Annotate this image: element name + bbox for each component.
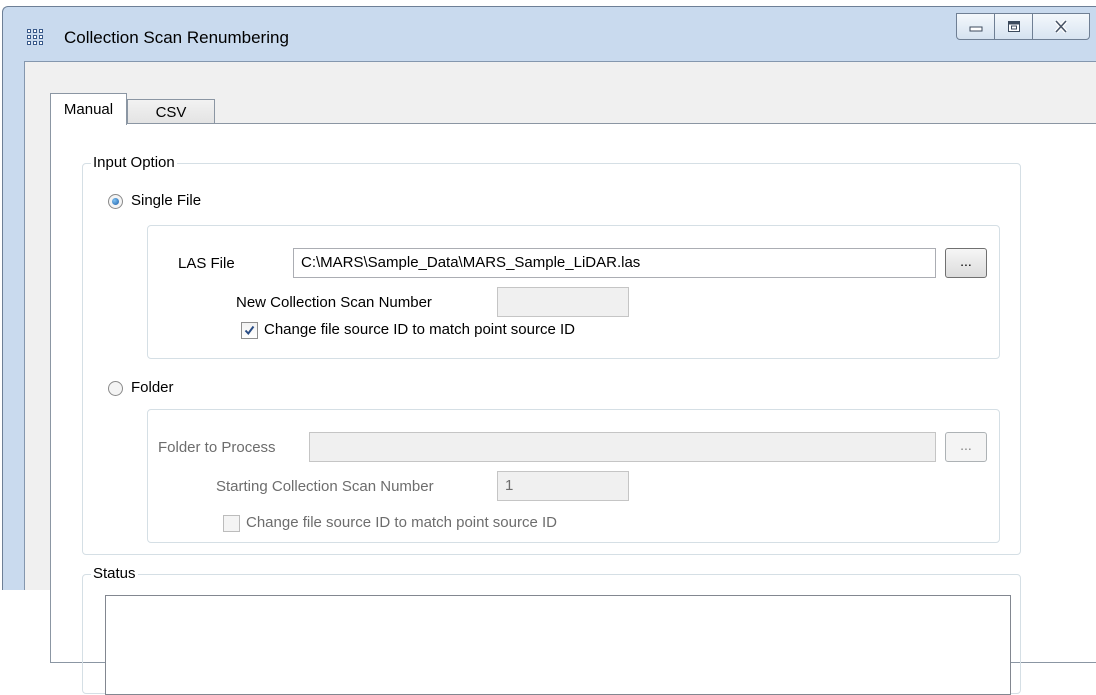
status-legend: Status bbox=[91, 565, 138, 582]
folder-to-process-label: Folder to Process bbox=[158, 439, 276, 456]
folder-to-process-input[interactable] bbox=[309, 432, 936, 462]
close-button[interactable] bbox=[1032, 13, 1090, 40]
single-file-label[interactable]: Single File bbox=[131, 192, 201, 209]
las-file-browse-button[interactable]: ... bbox=[945, 248, 987, 278]
single-file-radio[interactable] bbox=[108, 194, 123, 209]
folder-panel: Folder to Process ... Starting Collectio… bbox=[147, 409, 1000, 543]
folder-change-id-label[interactable]: Change file source ID to match point sou… bbox=[246, 514, 557, 531]
starting-scan-number-input[interactable]: 1 bbox=[497, 471, 629, 501]
title-bar[interactable]: Collection Scan Renumbering bbox=[3, 7, 1096, 55]
manual-tab-panel: Input Option Single File LAS File C:\MAR… bbox=[50, 123, 1096, 695]
tab-csv[interactable]: CSV bbox=[127, 99, 215, 125]
folder-browse-button[interactable]: ... bbox=[945, 432, 987, 462]
new-scan-number-label: New Collection Scan Number bbox=[236, 294, 432, 311]
close-icon bbox=[1054, 20, 1068, 33]
folder-change-id-checkbox[interactable] bbox=[223, 515, 240, 532]
single-file-panel: LAS File C:\MARS\Sample_Data\MARS_Sample… bbox=[147, 225, 1000, 359]
tab-manual[interactable]: Manual bbox=[50, 93, 127, 125]
input-option-group: Input Option Single File LAS File C:\MAR… bbox=[82, 154, 1021, 555]
status-group: Status bbox=[82, 565, 1021, 695]
client-area: Manual CSV Input Option Single File LAS … bbox=[24, 61, 1096, 695]
input-option-legend: Input Option bbox=[91, 154, 177, 171]
folder-radio[interactable] bbox=[108, 381, 123, 396]
las-file-input[interactable]: C:\MARS\Sample_Data\MARS_Sample_LiDAR.la… bbox=[293, 248, 936, 278]
status-output bbox=[105, 595, 1011, 695]
single-change-id-checkbox[interactable] bbox=[241, 322, 258, 339]
starting-scan-number-label: Starting Collection Scan Number bbox=[216, 478, 434, 495]
las-file-label: LAS File bbox=[178, 255, 235, 272]
window-controls bbox=[956, 13, 1090, 41]
app-grid-icon bbox=[27, 29, 43, 45]
single-change-id-label[interactable]: Change file source ID to match point sou… bbox=[264, 321, 575, 338]
maximize-icon bbox=[1007, 21, 1020, 32]
folder-label[interactable]: Folder bbox=[131, 379, 174, 396]
checkmark-icon bbox=[244, 325, 255, 336]
new-scan-number-input[interactable] bbox=[497, 287, 629, 317]
maximize-button[interactable] bbox=[994, 13, 1033, 40]
minimize-icon bbox=[969, 26, 982, 31]
main-window: Collection Scan Renumbering Manual CSV I… bbox=[2, 6, 1096, 695]
window-title: Collection Scan Renumbering bbox=[64, 28, 289, 47]
minimize-button[interactable] bbox=[956, 13, 995, 40]
